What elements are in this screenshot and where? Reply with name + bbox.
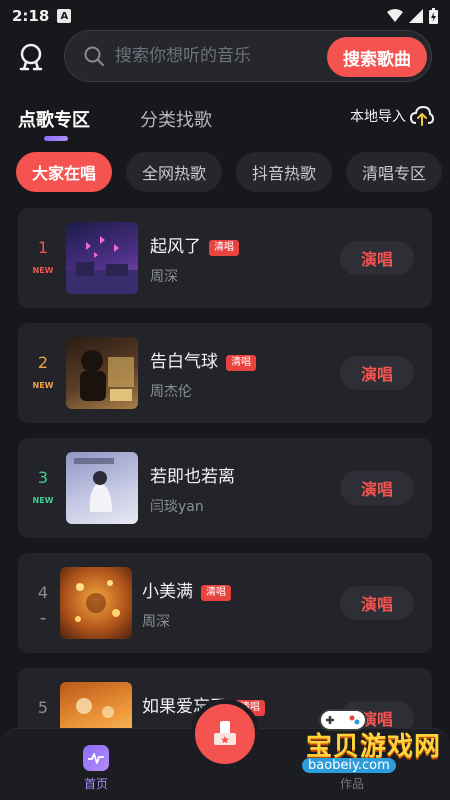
- chip-everyone-singing[interactable]: 大家在唱: [16, 152, 113, 192]
- rank-new-label: NEW: [32, 496, 54, 505]
- nav-home[interactable]: 首页: [74, 745, 118, 792]
- song-title-text: 小美满: [142, 582, 193, 602]
- sing-button[interactable]: 演唱: [340, 471, 414, 505]
- song-title: 起风了 清唱: [150, 232, 239, 257]
- main-tabs: 点歌专区 分类找歌 本地导入: [0, 100, 450, 146]
- song-card[interactable]: 2 NEW 告白气球 清唱 周杰伦 演唱: [18, 323, 432, 423]
- album-cover: [66, 337, 138, 409]
- rank-new-label: NEW: [32, 266, 54, 275]
- sing-button[interactable]: 演唱: [340, 356, 414, 390]
- song-title: 若即也若离: [150, 462, 235, 487]
- album-cover: [66, 452, 138, 524]
- search-input[interactable]: [115, 46, 315, 66]
- rank-number: 3: [37, 468, 49, 487]
- artist-name: 周深: [150, 269, 178, 285]
- song-title-text: 若即也若离: [150, 467, 235, 487]
- search-button[interactable]: 搜索歌曲: [327, 37, 427, 77]
- battery-icon: [429, 8, 438, 24]
- wifi-icon: [387, 9, 403, 22]
- acappella-badge: 清唱: [201, 585, 231, 601]
- search-bar: 搜索歌曲: [64, 30, 432, 82]
- microphone-icon: [214, 721, 236, 745]
- status-bar: 2:18 A: [0, 0, 450, 32]
- rank-new-label: –: [40, 611, 46, 625]
- watermark-url: baobeiy.com: [302, 758, 396, 773]
- local-import-label: 本地导入: [350, 109, 406, 125]
- category-chips: 大家在唱 全网热歌 抖音热歌 清唱专区: [16, 152, 450, 194]
- song-title: 告白气球 清唱: [150, 347, 256, 372]
- app-logo-icon[interactable]: [16, 42, 46, 72]
- song-card[interactable]: 4 – 小美满 清唱 周深 演唱: [18, 553, 432, 653]
- song-card[interactable]: 3 NEW 若即也若离 闫琰yan 演唱: [18, 438, 432, 538]
- cloud-upload-icon: [410, 106, 434, 126]
- sing-button[interactable]: 演唱: [340, 241, 414, 275]
- sing-button[interactable]: 演唱: [340, 586, 414, 620]
- header: 搜索歌曲: [0, 30, 450, 86]
- rank-number: 1: [37, 238, 49, 257]
- song-title-text: 告白气球: [150, 352, 218, 372]
- local-import-button[interactable]: 本地导入: [350, 106, 434, 126]
- nav-home-label: 首页: [83, 777, 108, 791]
- song-card[interactable]: 1 NEW 起风了 清唱 周深 演唱: [18, 208, 432, 308]
- rank-number: 2: [37, 353, 49, 372]
- signal-icon: [409, 9, 423, 23]
- search-icon: [84, 46, 104, 66]
- watermark: 宝贝游戏网 baobeiy.com: [278, 706, 448, 782]
- status-time: 2:18: [12, 7, 50, 25]
- rank-number: 5: [37, 698, 49, 717]
- nav-record-button[interactable]: [190, 699, 260, 769]
- tab-song-request[interactable]: 点歌专区: [18, 106, 90, 132]
- home-pulse-icon: [83, 745, 109, 771]
- chip-hot-songs[interactable]: 全网热歌: [126, 152, 223, 192]
- rank-number: 4: [37, 583, 49, 602]
- acappella-badge: 清唱: [209, 240, 239, 256]
- artist-name: 闫琰yan: [150, 499, 204, 515]
- status-icons: [387, 8, 438, 24]
- song-title: 小美满 清唱: [142, 577, 231, 602]
- tab-indicator: [44, 136, 68, 141]
- rank-new-label: NEW: [32, 381, 54, 390]
- artist-name: 周深: [142, 614, 170, 630]
- album-cover: [60, 567, 132, 639]
- acappella-badge: 清唱: [226, 355, 256, 371]
- song-title-text: 起风了: [150, 237, 201, 257]
- album-cover: [66, 222, 138, 294]
- notification-icon: A: [57, 9, 72, 23]
- chip-douyin-hot[interactable]: 抖音热歌: [236, 152, 333, 192]
- tab-category[interactable]: 分类找歌: [140, 106, 212, 132]
- artist-name: 周杰伦: [150, 384, 192, 400]
- chip-acappella[interactable]: 清唱专区: [346, 152, 443, 192]
